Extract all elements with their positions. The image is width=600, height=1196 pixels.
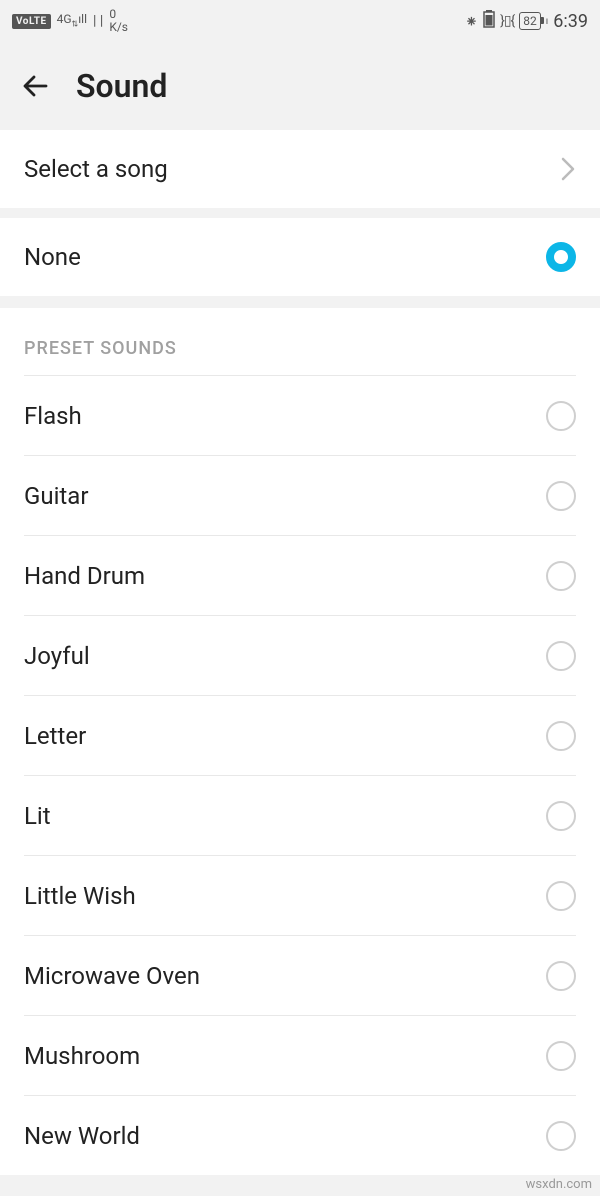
page-title: Sound bbox=[76, 67, 167, 105]
radio-icon bbox=[546, 1121, 576, 1151]
back-button[interactable] bbox=[18, 68, 54, 104]
radio-icon bbox=[546, 1041, 576, 1071]
preset-row-hand-drum[interactable]: Hand Drum bbox=[24, 535, 576, 615]
preset-row-little-wish[interactable]: Little Wish bbox=[24, 855, 576, 935]
preset-list: Flash Guitar Hand Drum Joyful Letter Lit… bbox=[0, 375, 600, 1175]
header: Sound bbox=[0, 42, 600, 130]
radio-icon bbox=[546, 561, 576, 591]
preset-row-flash[interactable]: Flash bbox=[24, 375, 576, 455]
status-right: ⁕ }▯{ 82 ı 6:39 bbox=[465, 10, 588, 32]
select-song-label: Select a song bbox=[24, 155, 168, 183]
radio-icon bbox=[546, 641, 576, 671]
preset-sounds-section: PRESET SOUNDS Flash Guitar Hand Drum Joy… bbox=[0, 308, 600, 1175]
signal-bars-icon: | | bbox=[93, 13, 103, 29]
preset-label: New World bbox=[24, 1122, 140, 1150]
vibrate-icon: }▯{ bbox=[500, 13, 514, 29]
status-bar: VoLTE 4G⇅ıll | | 0 K/s ⁕ }▯{ 82 ı 6:39 bbox=[0, 0, 600, 42]
preset-sounds-header: PRESET SOUNDS bbox=[0, 338, 600, 375]
none-row[interactable]: None bbox=[0, 218, 600, 296]
preset-label: Hand Drum bbox=[24, 562, 145, 590]
select-song-row[interactable]: Select a song bbox=[0, 130, 600, 208]
preset-row-letter[interactable]: Letter bbox=[24, 695, 576, 775]
radio-icon bbox=[546, 801, 576, 831]
preset-label: Mushroom bbox=[24, 1042, 140, 1070]
back-arrow-icon bbox=[20, 70, 52, 102]
preset-label: Flash bbox=[24, 402, 82, 430]
preset-label: Letter bbox=[24, 722, 86, 750]
preset-row-guitar[interactable]: Guitar bbox=[24, 455, 576, 535]
preset-row-lit[interactable]: Lit bbox=[24, 775, 576, 855]
volte-badge: VoLTE bbox=[12, 14, 51, 29]
watermark: wsxdn.com bbox=[526, 1177, 592, 1192]
preset-row-mushroom[interactable]: Mushroom bbox=[24, 1015, 576, 1095]
preset-label: Little Wish bbox=[24, 882, 136, 910]
preset-label: Microwave Oven bbox=[24, 962, 200, 990]
preset-row-joyful[interactable]: Joyful bbox=[24, 615, 576, 695]
preset-row-microwave-oven[interactable]: Microwave Oven bbox=[24, 935, 576, 1015]
radio-selected-icon bbox=[546, 242, 576, 272]
radio-icon bbox=[546, 881, 576, 911]
radio-icon bbox=[546, 481, 576, 511]
battery-small-icon: ı bbox=[546, 16, 548, 27]
network-speed: 0 K/s bbox=[109, 8, 128, 34]
status-left: VoLTE 4G⇅ıll | | 0 K/s bbox=[12, 8, 128, 34]
preset-row-new-world[interactable]: New World bbox=[24, 1095, 576, 1175]
preset-label: Lit bbox=[24, 802, 51, 830]
preset-label: Joyful bbox=[24, 642, 90, 670]
battery-icon bbox=[483, 10, 495, 32]
chevron-right-icon bbox=[560, 156, 576, 182]
radio-icon bbox=[546, 961, 576, 991]
preset-label: Guitar bbox=[24, 482, 88, 510]
radio-icon bbox=[546, 401, 576, 431]
radio-icon bbox=[546, 721, 576, 751]
clock: 6:39 bbox=[553, 11, 588, 32]
battery-percent: 82 bbox=[519, 12, 541, 30]
network-type: 4G⇅ıll bbox=[57, 13, 87, 28]
bluetooth-icon: ⁕ bbox=[465, 12, 478, 31]
none-label: None bbox=[24, 243, 81, 271]
